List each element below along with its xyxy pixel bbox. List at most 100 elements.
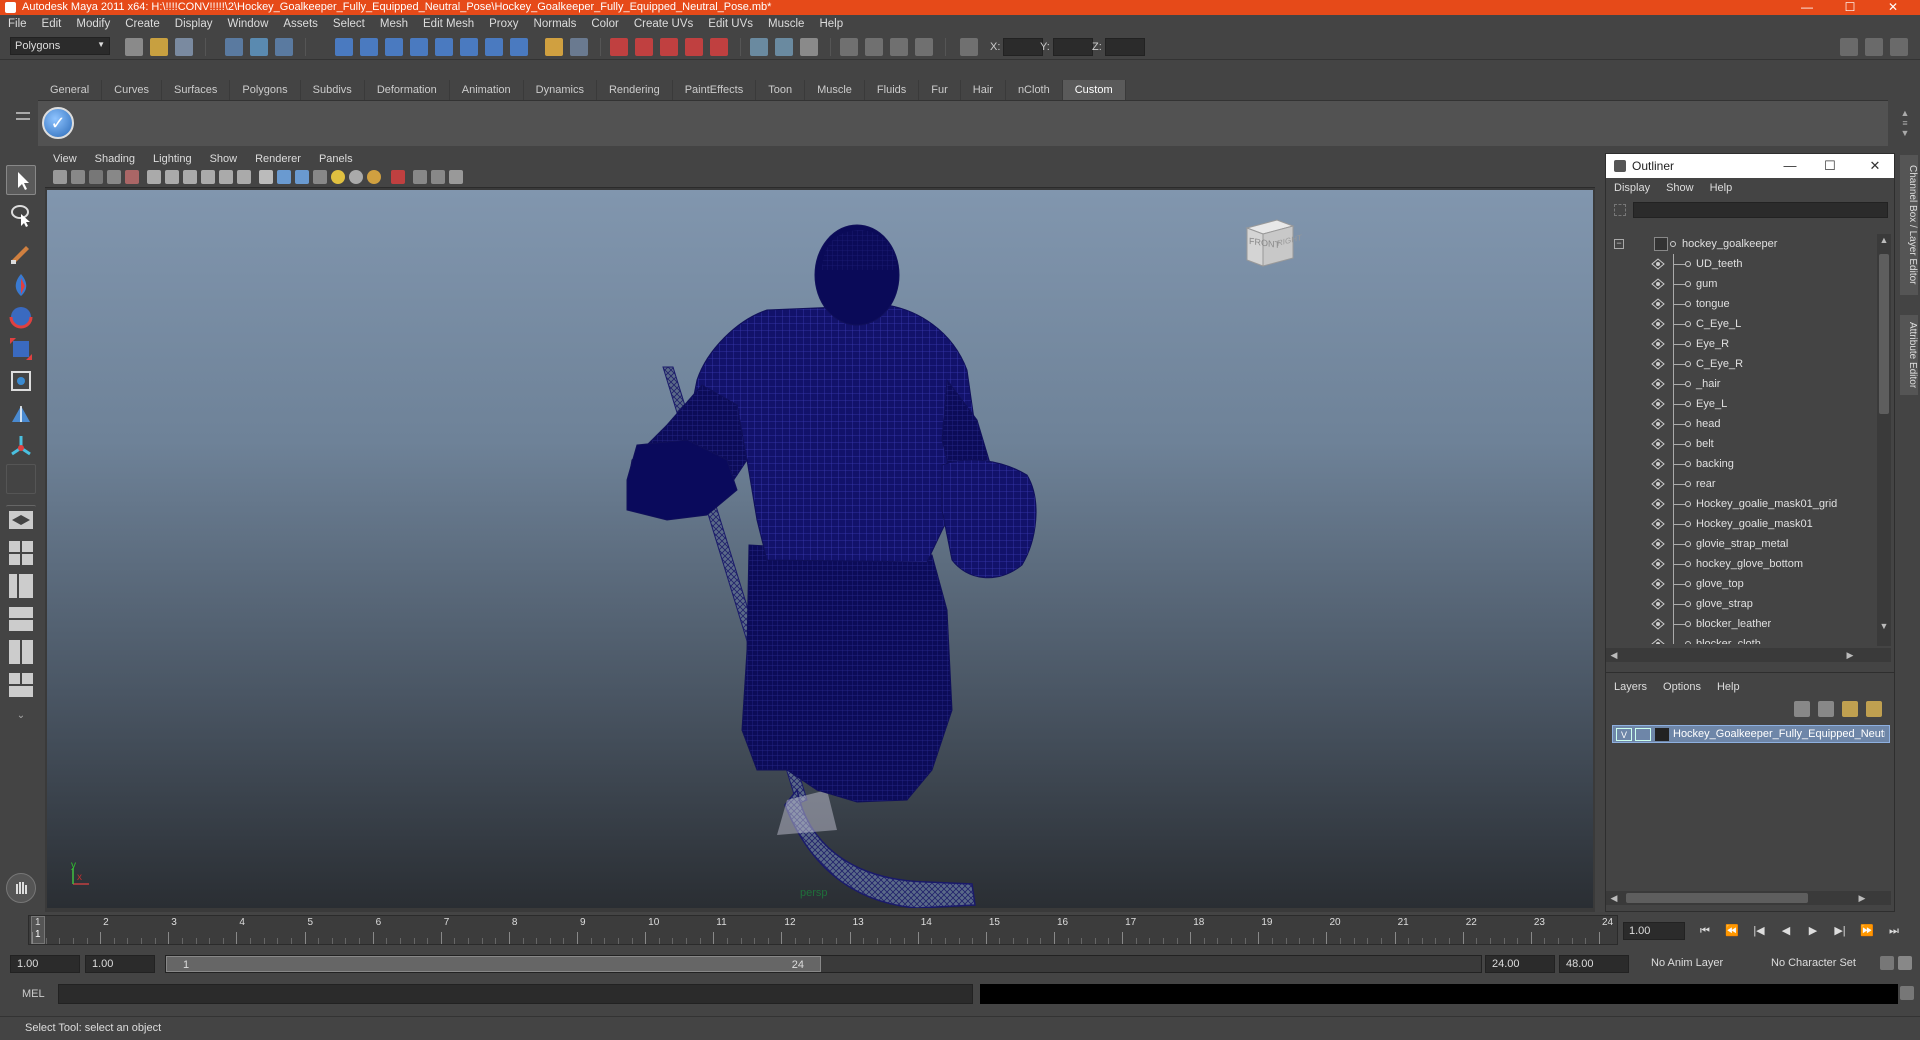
animation-end-field[interactable]: 48.00: [1559, 955, 1629, 973]
highlight-selection-icon[interactable]: [570, 38, 588, 56]
move-layer-up-icon[interactable]: [1794, 701, 1810, 717]
camera-attributes-icon[interactable]: [71, 170, 85, 184]
scrollbar-thumb[interactable]: [1879, 254, 1889, 414]
viewport-menu-renderer[interactable]: Renderer: [255, 153, 301, 165]
two-d-pan-zoom-icon[interactable]: [125, 170, 139, 184]
close-button[interactable]: ✕: [1876, 0, 1910, 15]
default-light-icon[interactable]: [331, 170, 345, 184]
outliner-item[interactable]: backing: [1606, 454, 1874, 474]
filter-toggle-icon[interactable]: [1614, 204, 1626, 216]
mel-label[interactable]: MEL: [22, 988, 45, 1000]
move-layer-down-icon[interactable]: [1818, 701, 1834, 717]
tab-curves[interactable]: Curves: [102, 80, 162, 100]
outliner-horizontal-scrollbar[interactable]: ◀ ▶: [1606, 648, 1891, 662]
attribute-editor-toggle-icon[interactable]: [1840, 38, 1858, 56]
hand-tool-icon[interactable]: [6, 873, 36, 903]
layer-row[interactable]: V Hockey_Goalkeeper_Fully_Equipped_Neutr…: [1612, 725, 1890, 743]
select-surfaces-icon[interactable]: [410, 38, 428, 56]
outliner-item[interactable]: _hair: [1606, 374, 1874, 394]
step-back-frame-button[interactable]: |◀: [1750, 924, 1768, 938]
menu-muscle[interactable]: Muscle: [768, 18, 804, 30]
outliner-item[interactable]: hockey_glove_bottom: [1606, 554, 1874, 574]
outliner-item[interactable]: tongue: [1606, 294, 1874, 314]
field-chart-icon[interactable]: [219, 170, 233, 184]
menu-edit-mesh[interactable]: Edit Mesh: [423, 18, 474, 30]
go-to-end-button[interactable]: ⏭: [1885, 924, 1903, 938]
viewport-menu-view[interactable]: View: [53, 153, 77, 165]
mel-command-input[interactable]: [58, 984, 973, 1004]
layer-color-swatch[interactable]: [1655, 728, 1669, 741]
tab-deformation[interactable]: Deformation: [365, 80, 450, 100]
layout-options-icon[interactable]: ⌄: [6, 710, 36, 726]
auto-key-icon[interactable]: [1880, 956, 1894, 970]
safe-action-icon[interactable]: [237, 170, 251, 184]
isolate-select-icon[interactable]: [391, 170, 405, 184]
select-by-object-icon[interactable]: [250, 38, 268, 56]
select-handles-icon[interactable]: [335, 38, 353, 56]
tab-channel-box-layer-editor[interactable]: Channel Box / Layer Editor: [1900, 155, 1918, 295]
outliner-item[interactable]: rear: [1606, 474, 1874, 494]
single-perspective-layout-icon[interactable]: [6, 505, 36, 535]
create-layer-from-selection-icon[interactable]: [1866, 701, 1882, 717]
tab-fur[interactable]: Fur: [919, 80, 961, 100]
outliner-search-input[interactable]: [1633, 202, 1888, 218]
outliner-maximize-button[interactable]: ☐: [1816, 154, 1844, 178]
range-track[interactable]: 1 24: [165, 955, 1482, 973]
layer-menu-help[interactable]: Help: [1717, 681, 1740, 693]
scale-tool-icon[interactable]: [6, 334, 36, 364]
transform-field-icon[interactable]: [960, 38, 978, 56]
outliner-menu-help[interactable]: Help: [1710, 182, 1733, 194]
camera-select-icon[interactable]: [53, 170, 67, 184]
outliner-item[interactable]: UD_teeth: [1606, 254, 1874, 274]
tab-animation[interactable]: Animation: [450, 80, 524, 100]
tab-surfaces[interactable]: Surfaces: [162, 80, 231, 100]
y-field[interactable]: [1053, 38, 1093, 56]
menuset-dropdown[interactable]: Polygons ▼: [10, 37, 110, 55]
tab-dynamics[interactable]: Dynamics: [524, 80, 597, 100]
outliner-item[interactable]: Eye_L: [1606, 394, 1874, 414]
playback-start-field[interactable]: 1.00: [85, 955, 155, 973]
outliner-item[interactable]: glove_strap: [1606, 594, 1874, 614]
viewport-menu-show[interactable]: Show: [210, 153, 238, 165]
outliner-item[interactable]: blocker_cloth: [1606, 634, 1874, 644]
goalkeeper-wireframe-model[interactable]: [47, 190, 1593, 908]
menu-assets[interactable]: Assets: [283, 18, 318, 30]
viewport-menu-lighting[interactable]: Lighting: [153, 153, 192, 165]
rotate-tool-icon[interactable]: [6, 302, 36, 332]
select-dynamics-icon[interactable]: [460, 38, 478, 56]
outliner-menu-display[interactable]: Display: [1614, 182, 1650, 194]
viewport-canvas[interactable]: FRONT RIGHT x y persp: [47, 190, 1593, 908]
scrollbar-thumb[interactable]: [1626, 893, 1808, 903]
maximize-button[interactable]: ☐: [1833, 0, 1867, 15]
tab-hair[interactable]: Hair: [961, 80, 1006, 100]
menu-edit[interactable]: Edit: [42, 18, 62, 30]
menu-normals[interactable]: Normals: [534, 18, 577, 30]
shadows-icon[interactable]: [367, 170, 381, 184]
tab-painteffects[interactable]: PaintEffects: [673, 80, 757, 100]
viewport-menu-panels[interactable]: Panels: [319, 153, 353, 165]
layer-playback-toggle[interactable]: [1635, 728, 1651, 741]
persp-trax-layout-icon[interactable]: [6, 670, 36, 700]
menu-display[interactable]: Display: [175, 18, 213, 30]
output-history-icon[interactable]: [775, 38, 793, 56]
open-scene-icon[interactable]: [150, 38, 168, 56]
menu-create[interactable]: Create: [125, 18, 160, 30]
gate-mask-icon[interactable]: [201, 170, 215, 184]
persp-outliner-layout-icon[interactable]: [6, 571, 36, 601]
outliner-item[interactable]: glove_top: [1606, 574, 1874, 594]
four-view-layout-icon[interactable]: [6, 538, 36, 568]
shelf-scroll-arrows-icon[interactable]: ▲ ≡ ▼: [1898, 108, 1912, 138]
select-curves-icon[interactable]: [385, 38, 403, 56]
outliner-item[interactable]: Eye_R: [1606, 334, 1874, 354]
outliner-item[interactable]: C_Eye_L: [1606, 314, 1874, 334]
wireframe-on-shaded-icon[interactable]: [295, 170, 309, 184]
outliner-item[interactable]: belt: [1606, 434, 1874, 454]
channel-box-toggle-icon[interactable]: [1890, 38, 1908, 56]
hypershade-layout-icon[interactable]: [6, 637, 36, 667]
viewport-menu-shading[interactable]: Shading: [95, 153, 135, 165]
select-rendering-icon[interactable]: [485, 38, 503, 56]
lasso-tool-icon[interactable]: [6, 200, 36, 230]
outliner-item[interactable]: head: [1606, 414, 1874, 434]
tab-ncloth[interactable]: nCloth: [1006, 80, 1063, 100]
outliner-menu-show[interactable]: Show: [1666, 182, 1694, 194]
